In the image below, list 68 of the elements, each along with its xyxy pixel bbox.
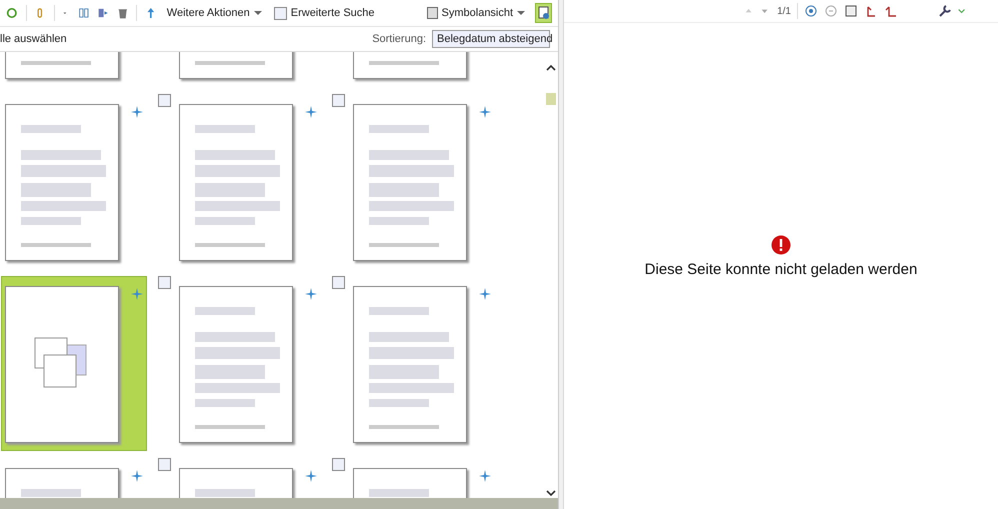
blurred-text bbox=[369, 307, 429, 315]
sparkle-icon[interactable] bbox=[479, 470, 491, 482]
sparkle-icon[interactable] bbox=[131, 288, 143, 300]
view-mode-icon bbox=[426, 7, 438, 19]
zoom-out-icon[interactable] bbox=[824, 4, 838, 18]
blurred-text bbox=[195, 61, 265, 65]
rotate-right-icon[interactable] bbox=[884, 4, 898, 18]
document-checkbox[interactable] bbox=[332, 276, 345, 289]
error-message: Diese Seite konnte nicht geladen werden bbox=[644, 260, 918, 278]
sparkle-icon[interactable] bbox=[305, 106, 317, 118]
blurred-text bbox=[195, 425, 265, 429]
blurred-text bbox=[195, 183, 265, 197]
blurred-text bbox=[369, 61, 439, 65]
blurred-text bbox=[195, 307, 255, 315]
blurred-text bbox=[369, 399, 429, 407]
sort-dropdown[interactable]: Belegdatum absteigend bbox=[432, 30, 550, 48]
arrow-up-icon[interactable] bbox=[145, 6, 157, 20]
more-actions-menu[interactable]: Weitere Aktionen bbox=[164, 2, 264, 24]
sparkle-icon[interactable] bbox=[305, 470, 317, 482]
page-counter: 1/1 bbox=[777, 6, 791, 16]
error-icon bbox=[771, 234, 791, 254]
sparkle-icon[interactable] bbox=[131, 106, 143, 118]
document-checkbox[interactable] bbox=[158, 276, 171, 289]
scrollbar-thumb[interactable] bbox=[546, 93, 556, 105]
scroll-down-icon[interactable] bbox=[546, 490, 556, 497]
document-checkbox[interactable] bbox=[332, 94, 345, 107]
blurred-text bbox=[195, 365, 265, 379]
blurred-text bbox=[369, 425, 439, 429]
selected-document-highlight[interactable] bbox=[1, 276, 147, 451]
blurred-text bbox=[195, 125, 255, 133]
sort-label: Sortierung: bbox=[372, 33, 426, 45]
wrench-icon[interactable] bbox=[938, 4, 952, 18]
blurred-text bbox=[195, 399, 255, 407]
blurred-text bbox=[21, 183, 91, 197]
fit-page-icon[interactable] bbox=[844, 4, 858, 18]
blurred-text bbox=[369, 217, 429, 225]
sparkle-icon[interactable] bbox=[479, 106, 491, 118]
move-document-icon[interactable] bbox=[97, 6, 109, 20]
document-checkbox[interactable] bbox=[332, 458, 345, 471]
refresh-icon[interactable] bbox=[6, 6, 18, 20]
scan-button[interactable] bbox=[535, 3, 552, 23]
blurred-text bbox=[195, 217, 255, 225]
select-all-label[interactable]: lle auswählen bbox=[0, 33, 67, 45]
view-mode-dropdown[interactable]: Symbolansicht bbox=[424, 2, 528, 24]
caret-icon bbox=[254, 10, 262, 16]
document-checkbox[interactable] bbox=[158, 94, 171, 107]
blurred-text bbox=[369, 489, 429, 497]
advanced-search-checkbox[interactable]: Erweiterte Suche bbox=[272, 2, 377, 24]
blurred-text bbox=[21, 61, 91, 65]
blurred-text bbox=[369, 125, 429, 133]
sparkle-icon[interactable] bbox=[131, 470, 143, 482]
scroll-up-icon[interactable] bbox=[546, 64, 556, 71]
sparkle-icon[interactable] bbox=[305, 288, 317, 300]
blurred-text bbox=[21, 243, 91, 247]
caret-icon bbox=[517, 10, 526, 16]
document-checkbox[interactable] bbox=[158, 458, 171, 471]
blurred-text bbox=[21, 217, 81, 225]
blurred-text bbox=[21, 489, 81, 497]
zoom-in-icon[interactable] bbox=[804, 4, 818, 18]
blurred-text bbox=[369, 243, 439, 247]
blurred-text bbox=[195, 243, 265, 247]
split-icon[interactable] bbox=[78, 6, 90, 20]
blurred-text bbox=[21, 125, 81, 133]
sparkle-icon[interactable] bbox=[479, 288, 491, 300]
blurred-text bbox=[195, 489, 255, 497]
scan-icon bbox=[538, 6, 550, 20]
blurred-text bbox=[369, 365, 439, 379]
blurred-text bbox=[369, 183, 439, 197]
